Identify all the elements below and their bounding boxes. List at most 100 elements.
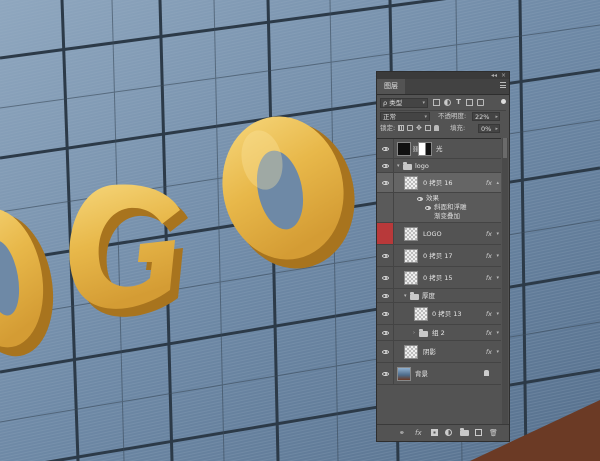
opacity-value: 22%	[475, 113, 490, 121]
filter-toggle-icon[interactable]	[501, 99, 506, 104]
layer-thumbnail	[404, 271, 418, 285]
close-panel-button[interactable]: ×	[501, 72, 506, 79]
chevron-down-icon[interactable]: ▾	[397, 159, 400, 173]
lock-all-icon[interactable]	[434, 125, 439, 131]
fx-badge[interactable]: fx	[486, 173, 492, 193]
layer-row[interactable]: ⛓ 光	[377, 139, 501, 159]
chevron-down-icon[interactable]: ▾	[496, 223, 499, 245]
visibility-eye-icon[interactable]	[382, 146, 389, 151]
chevron-down-icon[interactable]: ▾	[496, 303, 499, 325]
filter-kind-label: ρ 类型	[383, 99, 403, 107]
visibility-eye-icon[interactable]	[382, 330, 389, 335]
lock-label: 锁定:	[380, 124, 396, 132]
trash-icon[interactable]: 🗑	[489, 429, 498, 437]
shape-filter-icon[interactable]	[466, 99, 473, 106]
layer-thumbnail	[404, 176, 418, 190]
type-filter-icon[interactable]: T	[455, 99, 462, 106]
group-row[interactable]: ▾ 厚度	[377, 289, 501, 303]
lock-artboard-icon[interactable]	[425, 125, 431, 131]
filter-kind-select[interactable]: ρ 类型 ▾	[380, 98, 428, 108]
visibility-eye-icon[interactable]	[382, 275, 389, 280]
blend-mode-select[interactable]: 正常 ▾	[380, 112, 430, 121]
collapse-panel-button[interactable]: ◂◂	[491, 72, 497, 79]
adjustment-icon[interactable]	[445, 429, 452, 436]
link-icon[interactable]: ⚭	[399, 429, 405, 437]
layer-name: 背景	[415, 370, 428, 378]
layers-scrollbar[interactable]	[502, 138, 508, 424]
visibility-eye-icon[interactable]	[382, 253, 389, 258]
layer-row[interactable]: 0 拷贝 15 fx ▾	[377, 267, 501, 289]
visibility-eye-icon[interactable]	[425, 206, 431, 210]
visibility-eye-icon[interactable]	[382, 371, 389, 376]
folder-icon[interactable]	[460, 428, 469, 436]
canvas-artwork	[0, 0, 600, 461]
visibility-eye-icon[interactable]	[382, 293, 389, 298]
visibility-eye-icon[interactable]	[382, 180, 389, 185]
fx-badge[interactable]: fx	[486, 325, 492, 341]
visibility-eye-icon[interactable]	[382, 349, 389, 354]
opacity-input[interactable]: 22% ▸	[472, 112, 500, 121]
folder-icon	[419, 329, 428, 337]
fill-value: 0%	[481, 125, 492, 133]
effect-gradient-overlay[interactable]: 渐变叠加	[434, 212, 460, 221]
tab-layers[interactable]: 图层	[377, 79, 405, 94]
layer-name: LOGO	[423, 230, 442, 238]
layer-name: 光	[436, 145, 443, 153]
fx-badge[interactable]: fx	[486, 245, 492, 267]
scrollbar-thumb[interactable]	[503, 138, 507, 158]
lock-position-icon[interactable]: ✥	[416, 125, 422, 132]
layer-thumbnail	[404, 345, 418, 359]
lock-transparent-icon[interactable]	[398, 125, 404, 131]
fx-badge[interactable]: fx	[486, 223, 492, 245]
layer-row[interactable]: 背景	[377, 363, 501, 385]
visibility-toggle-off[interactable]	[377, 223, 394, 244]
chevron-down-icon[interactable]: ▾	[496, 325, 499, 341]
lock-row: 锁定: ✥ 填充: 0% ▸	[380, 123, 506, 133]
effects-title[interactable]: 效果	[426, 194, 439, 203]
layer-thumbnail	[404, 249, 418, 263]
layer-row[interactable]: 0 拷贝 17 fx ▾	[377, 245, 501, 267]
chevron-down-icon[interactable]: ▾	[496, 267, 499, 289]
chevron-down-icon[interactable]: ▾	[404, 289, 407, 303]
chevron-right-icon[interactable]: ›	[413, 325, 415, 341]
effect-bevel[interactable]: 斜面和浮雕	[434, 203, 467, 212]
folder-icon	[410, 292, 419, 300]
chevron-down-icon: ▾	[424, 114, 427, 120]
blend-row: 正常 ▾ 不透明度: 22% ▸	[380, 110, 506, 121]
visibility-eye-icon[interactable]	[382, 311, 389, 316]
mask-icon[interactable]	[431, 429, 438, 436]
group-name: 组 2	[432, 329, 445, 337]
fx-icon[interactable]: fx	[415, 429, 422, 437]
layer-row[interactable]: 0 拷贝 13 fx ▾	[377, 303, 501, 325]
smart-object-filter-icon[interactable]	[477, 99, 484, 106]
chevron-down-icon[interactable]: ▾	[496, 245, 499, 267]
layer-mask-thumbnail[interactable]	[418, 142, 432, 156]
panel-tab-bar: 图层	[377, 79, 509, 95]
group-name: 厚度	[422, 292, 435, 300]
layers-panel: ◂◂ × 图层 ρ 类型 ▾ T 正常 ▾ 不透明度: 22% ▸ 锁定: ✥ 填充:…	[376, 71, 510, 442]
lock-pixels-icon[interactable]	[407, 125, 413, 131]
image-filter-icon[interactable]	[433, 99, 440, 106]
fx-badge[interactable]: fx	[486, 267, 492, 289]
adjustment-filter-icon[interactable]	[444, 99, 451, 106]
group-row[interactable]: ▾ logo	[377, 159, 501, 173]
fill-input[interactable]: 0% ▸	[478, 124, 500, 133]
chevron-down-icon: ▾	[422, 100, 425, 106]
layer-name: 阴影	[423, 348, 436, 356]
chevron-down-icon[interactable]: ▾	[496, 341, 499, 363]
fx-badge[interactable]: fx	[486, 303, 492, 325]
layer-thumbnail	[397, 142, 411, 156]
fx-badge[interactable]: fx	[486, 341, 492, 363]
layer-row[interactable]: LOGO fx ▾	[377, 223, 501, 245]
chevron-down-icon: ▸	[495, 114, 498, 120]
panel-menu-icon[interactable]	[500, 82, 506, 89]
panel-title-strip: ◂◂ ×	[377, 72, 509, 79]
group-row[interactable]: › 组 2 fx ▾	[377, 325, 501, 341]
chevron-down-icon[interactable]: ▴	[496, 173, 499, 193]
visibility-eye-icon[interactable]	[382, 163, 389, 168]
layer-row-selected[interactable]: 0 拷贝 16 fx ▴	[377, 173, 501, 193]
layer-row[interactable]: 阴影 fx ▾	[377, 341, 501, 363]
visibility-eye-icon[interactable]	[417, 197, 423, 201]
blend-mode-value: 正常	[383, 113, 396, 121]
new-layer-icon[interactable]	[475, 429, 482, 436]
